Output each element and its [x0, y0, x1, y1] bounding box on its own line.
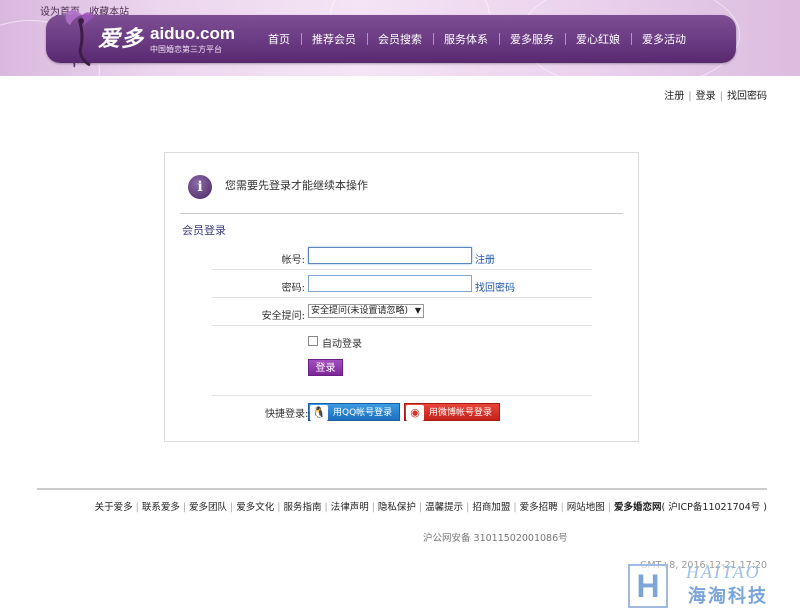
logo-domain: aiduo.com: [150, 24, 236, 43]
footer-link-privacy[interactable]: 隐私保护: [378, 502, 416, 513]
auto-login-label[interactable]: 自动登录: [322, 335, 362, 350]
footer-link-guide[interactable]: 服务指南: [283, 502, 321, 513]
logo-tagline: 中国婚恋第三方平台: [150, 45, 222, 54]
separator: |: [277, 502, 281, 513]
login-button[interactable]: 登录: [308, 359, 343, 376]
watermark-cn: 海淘科技: [688, 586, 768, 607]
police-beian[interactable]: 沪公网安备 31011502001086号: [423, 530, 568, 544]
footer-link-culture[interactable]: 爱多文化: [236, 502, 274, 513]
divider: [180, 213, 623, 214]
weibo-icon: ◉: [406, 405, 424, 421]
separator: |: [324, 502, 328, 513]
haitao-watermark: H HAITAO 海淘科技: [628, 560, 800, 612]
username-label: 帐号:: [281, 255, 305, 266]
qq-login-button[interactable]: 🐧 用QQ帐号登录: [308, 403, 400, 421]
separator: |: [719, 91, 723, 102]
watermark-logo-icon: H: [628, 564, 668, 608]
footer-link-legal[interactable]: 法律声明: [331, 502, 369, 513]
separator: |: [466, 502, 470, 513]
register-link[interactable]: 注册: [664, 91, 684, 102]
login-link[interactable]: 登录: [696, 91, 716, 102]
login-panel: i 您需要先登录才能继续本操作 会员登录 帐号: 注册 密码: 找回密码 安全提…: [164, 152, 639, 442]
password-label: 密码:: [281, 283, 305, 294]
logo-cn: 爱多: [98, 26, 145, 52]
security-question-select[interactable]: 安全提问(未设置请忽略) ▼: [308, 304, 424, 318]
footer-divider: [37, 488, 767, 490]
username-input[interactable]: [308, 247, 472, 264]
nav-item-events[interactable]: 爱多活动: [631, 31, 697, 47]
site-logo[interactable]: 爱多 aiduo.com 中国婚恋第三方平台: [46, 10, 246, 68]
chevron-down-icon: ▼: [414, 306, 421, 315]
main-navbar: 爱多 aiduo.com 中国婚恋第三方平台 首页 推荐会员 会员搜索 服务体系…: [46, 10, 736, 68]
nav-menu: 首页 推荐会员 会员搜索 服务体系 爱多服务 爱心红娘 爱多活动: [252, 15, 697, 63]
row-divider: [212, 325, 592, 326]
qq-penguin-icon: 🐧: [310, 405, 328, 421]
separator: |: [135, 502, 139, 513]
site-header: 设为首页 收藏本站 爱多 aiduo.com 中国婚恋第三方平台 首页 推荐会员…: [0, 0, 800, 76]
recover-password-link[interactable]: 找回密码: [727, 91, 767, 102]
account-links: 注册 | 登录 | 找回密码: [664, 87, 767, 102]
weibo-login-label: 用微博帐号登录: [429, 408, 493, 418]
footer-site-name[interactable]: 爱多婚恋网: [614, 502, 662, 513]
footer-link-franchise[interactable]: 招商加盟: [472, 502, 510, 513]
footer-link-sitemap[interactable]: 网站地图: [567, 502, 605, 513]
row-divider: [212, 269, 592, 270]
security-question-label: 安全提问:: [261, 311, 305, 322]
register-link-inline[interactable]: 注册: [475, 251, 495, 266]
separator: |: [513, 502, 517, 513]
section-title: 会员登录: [182, 224, 226, 237]
separator: |: [688, 91, 692, 102]
auto-login-checkbox[interactable]: [308, 336, 318, 346]
recover-password-inline[interactable]: 找回密码: [475, 279, 515, 294]
separator: |: [418, 502, 423, 513]
separator: |: [182, 502, 187, 513]
qq-login-label: 用QQ帐号登录: [333, 408, 393, 418]
footer-link-team[interactable]: 爱多团队: [189, 502, 227, 513]
footer-link-contact[interactable]: 联系爱多: [142, 502, 180, 513]
info-icon: i: [188, 175, 212, 199]
separator: |: [230, 502, 234, 513]
nav-item-home[interactable]: 首页: [252, 31, 301, 47]
footer-link-jobs[interactable]: 爱多招聘: [520, 502, 558, 513]
butterfly-lady-icon: [65, 10, 94, 68]
security-question-value: 安全提问(未设置请忽略): [311, 306, 409, 316]
row-divider: [212, 297, 592, 298]
quick-login-label: 快捷登录:: [265, 409, 309, 420]
separator: |: [371, 502, 375, 513]
nav-item-matchmaker[interactable]: 爱心红娘: [565, 31, 631, 47]
separator: |: [560, 502, 564, 513]
watermark-en: HAITAO: [686, 562, 761, 582]
login-required-notice: 您需要先登录才能继续本操作: [225, 179, 368, 192]
nav-item-search[interactable]: 会员搜索: [367, 31, 433, 47]
icp-number[interactable]: ( 沪ICP备11021704号 ): [662, 502, 767, 513]
footer-links: 关于爱多 | 联系爱多 | 爱多团队 | 爱多文化 | 服务指南 | 法律声明 | 隐私保护 | 温馨提示 |…: [95, 499, 767, 513]
footer-link-tips[interactable]: 温馨提示: [425, 502, 463, 513]
separator: |: [607, 502, 611, 513]
weibo-login-button[interactable]: ◉ 用微博帐号登录: [404, 403, 500, 421]
nav-item-recommended[interactable]: 推荐会员: [301, 31, 367, 47]
nav-item-aiduo-service[interactable]: 爱多服务: [499, 31, 565, 47]
divider: [212, 395, 592, 396]
password-input[interactable]: [308, 275, 472, 292]
nav-item-services[interactable]: 服务体系: [433, 31, 499, 47]
footer-link-about[interactable]: 关于爱多: [95, 502, 133, 513]
